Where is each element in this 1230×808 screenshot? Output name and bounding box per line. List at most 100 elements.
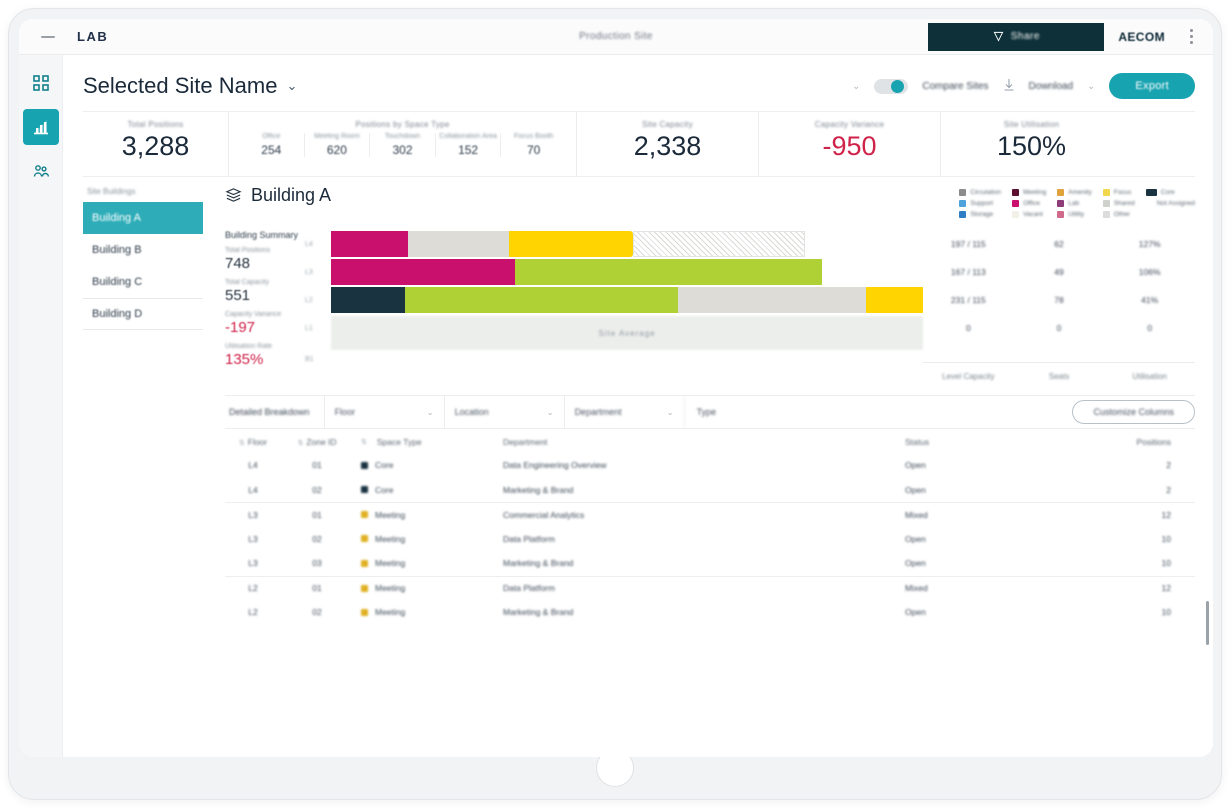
value-row: 197 / 115 62 127%: [923, 230, 1195, 258]
bar-row-l3: [331, 258, 923, 286]
cell-floor: L4: [248, 484, 258, 495]
filter-type-label[interactable]: Type: [683, 396, 729, 428]
kebab-menu-icon[interactable]: [1179, 29, 1203, 44]
legend-item: Shared: [1102, 200, 1135, 207]
filter-select-department[interactable]: Department ⌄: [563, 396, 684, 428]
actions-left-caret-icon[interactable]: ⌄: [852, 81, 860, 92]
cell-status: Open: [905, 533, 926, 544]
legend-label: Storage: [970, 211, 994, 218]
legend-item: Office: [1012, 200, 1046, 207]
table-row[interactable]: L2 01 Meeting Data Platform Mixed 12: [225, 575, 1195, 601]
minimize-icon[interactable]: [41, 35, 55, 38]
value-row: 231 / 115 78 41%: [923, 286, 1195, 314]
building-item-c[interactable]: Building C: [83, 266, 203, 298]
page-title: Selected Site Name: [83, 73, 278, 98]
legend-swatch: [1102, 200, 1110, 207]
cell-department: Commercial Analytics: [503, 509, 585, 520]
bar-segment-office: [331, 231, 408, 257]
page-header: Selected Site Name ⌄ ⌄ Compare Sites Dow…: [83, 65, 1195, 107]
cell-positions: 2: [1166, 460, 1171, 471]
bar-segment-support: [678, 287, 867, 313]
kpi-capacity-variance: Capacity Variance -950: [758, 112, 940, 176]
building-item-label: Building A: [92, 212, 141, 224]
sidebar-item-dashboard[interactable]: [23, 65, 59, 101]
filter-select-floor[interactable]: Floor ⌄: [323, 396, 444, 428]
download-label: Download: [1028, 80, 1074, 92]
table-row[interactable]: L2 02 Meeting Marketing & Brand Open 10: [225, 600, 1195, 625]
download-icon[interactable]: [1003, 78, 1015, 95]
kpi-breakdown-label: Positions by Space Type: [355, 120, 450, 129]
cell-zone: 01: [312, 460, 322, 471]
breakdown-label: Meeting Room: [314, 133, 360, 140]
legend-swatch: [1145, 189, 1157, 196]
legend-label: Other: [1113, 211, 1130, 218]
column-header-floor[interactable]: ⇅ Floor: [225, 437, 281, 447]
value-cell: 106%: [1138, 267, 1161, 277]
filter-bar: Detailed Breakdown Floor ⌄ Location ⌄ De…: [225, 395, 1195, 429]
top-bar-right: Share AECOM: [928, 19, 1213, 54]
sidebar-item-people[interactable]: [23, 153, 59, 189]
type-swatch: [361, 461, 368, 469]
value-footer-cell: Level Capacity: [942, 372, 995, 381]
table-row[interactable]: L3 01 Meeting Commercial Analytics Mixed…: [225, 502, 1195, 527]
chart-legend: Circulation Support Storage Meeting Offi…: [959, 185, 1195, 218]
breakdown-item: Focus Booth 70: [500, 133, 566, 157]
compare-sites-toggle[interactable]: [874, 78, 909, 94]
stat-value: 748: [225, 255, 251, 272]
breakdown-value: 152: [458, 143, 479, 157]
cell-floor: L3: [248, 509, 258, 520]
chevron-down-icon: ⌄: [546, 407, 554, 417]
table-row[interactable]: L3 02 Meeting Data Platform Open 10: [225, 527, 1195, 552]
legend-label: Vacant: [1023, 211, 1043, 218]
table-row[interactable]: L3 03 Meeting Marketing & Brand Open 10: [225, 551, 1195, 576]
value-row: 0 0 0: [923, 314, 1195, 342]
kpi-site-utilisation: Site Utilisation 150%: [940, 112, 1122, 176]
legend-column: Circulation Support Storage: [959, 189, 1001, 218]
legend-label: Core: [1160, 189, 1175, 196]
chart-bars: Site Average: [331, 230, 923, 381]
body: Selected Site Name ⌄ ⌄ Compare Sites Dow…: [19, 55, 1213, 757]
bar-chart-icon: [33, 120, 48, 135]
value-row: 167 / 113 49 106%: [923, 258, 1195, 286]
building-item-a[interactable]: Building A: [83, 202, 203, 234]
bar-segment-utility: [866, 287, 923, 313]
table-row[interactable]: L4 02 Core Marketing & Brand Open 2: [225, 478, 1195, 503]
cell-type-label: Meeting: [375, 558, 406, 569]
export-button[interactable]: Export: [1109, 73, 1195, 99]
value-cell: 41%: [1141, 295, 1159, 305]
cell-zone: 02: [312, 484, 322, 495]
stat-label: Total Positions: [225, 247, 271, 254]
building-item-d[interactable]: Building D: [83, 298, 203, 330]
kpi-total-value: 3,288: [121, 131, 190, 161]
cell-floor: L3: [248, 558, 258, 569]
share-button[interactable]: Share: [928, 22, 1105, 51]
actions-right-caret-icon[interactable]: ⌄: [1087, 81, 1095, 92]
cell-positions: 12: [1161, 583, 1171, 594]
legend-swatch: [1012, 211, 1020, 218]
legend-item: Storage: [959, 211, 1001, 218]
column-header-type[interactable]: ⇅ Space Type: [353, 437, 503, 447]
column-header-zone[interactable]: ⇅ Zone ID: [281, 437, 353, 447]
legend-swatch: [1102, 211, 1110, 218]
legend-column: Amenity Lab Utility: [1057, 189, 1092, 218]
filter-select-location[interactable]: Location ⌄: [443, 396, 564, 428]
column-header-status: Status: [905, 437, 930, 447]
legend-swatch: [1145, 200, 1153, 207]
chevron-down-icon[interactable]: ⌄: [286, 78, 297, 94]
sidebar-item-analytics[interactable]: [22, 109, 59, 145]
cell-status: Mixed: [905, 509, 928, 520]
building-item-b[interactable]: Building B: [83, 234, 203, 266]
customize-columns-button[interactable]: Customize Columns: [1072, 400, 1195, 424]
export-label: Export: [1135, 80, 1169, 92]
table-row[interactable]: L4 01 Core Data Engineering Overview Ope…: [225, 453, 1195, 478]
type-swatch: [361, 535, 368, 543]
detail-table: ⇅ Floor ⇅ Zone ID ⇅ Space Type Department S…: [225, 431, 1195, 625]
building-item-label: Building B: [92, 244, 142, 256]
page-actions: ⌄ Compare Sites Download ⌄ Export: [852, 73, 1195, 99]
building-stats: Building Summary Total Positions 748 Tot…: [225, 230, 305, 381]
app-label: LAB: [77, 29, 109, 44]
breakdown-item: Collaboration Area 152: [434, 133, 501, 157]
legend-swatch: [1057, 189, 1065, 196]
legend-label: Not Assigned: [1156, 200, 1195, 207]
vertical-scrollbar-thumb[interactable]: [1206, 601, 1209, 645]
